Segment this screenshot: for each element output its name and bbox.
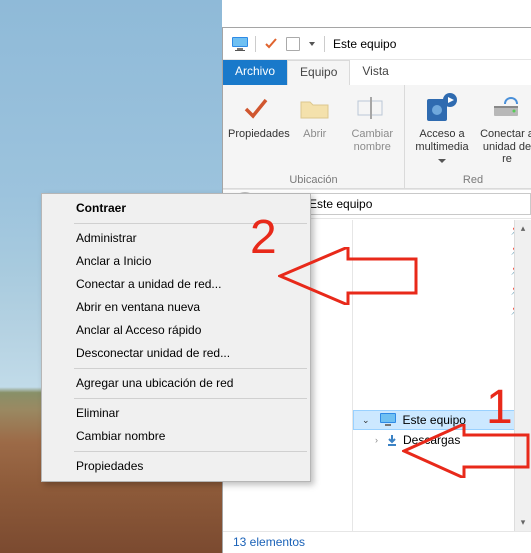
map-drive-button[interactable]: Conectar a unidad de re [476,91,531,166]
chevron-right-icon[interactable]: › [375,435,378,445]
menu-manage[interactable]: Administrar [44,227,308,250]
tree-item-label: Este equipo [403,413,466,427]
tree-item-this-pc[interactable]: ⌄ Este equipo [353,410,531,430]
tree-item-label: Descargas [403,433,460,447]
tree-item-downloads[interactable]: › Descargas [353,430,531,450]
list-column: 📌 📌 📌 📌 📌 ⌄ Este equipo › Descargas ▴ ▾ [353,220,531,531]
properties-button[interactable]: Propiedades [226,91,286,141]
separator [74,451,307,452]
scrollbar[interactable]: ▴ ▾ [514,220,531,531]
monitor-icon [232,36,248,52]
rename-icon [355,91,389,125]
list-item[interactable] [353,320,531,340]
tab-equipo[interactable]: Equipo [287,60,350,85]
chevron-down-icon[interactable]: ⌄ [362,415,370,426]
separator [74,368,307,369]
list-item[interactable]: 📌 [353,220,531,240]
media-access-button[interactable]: Acceso a multimedia [408,91,476,167]
list-item[interactable]: 📌 [353,260,531,280]
group-label-location: Ubicación [226,172,401,186]
ribbon: Propiedades Abrir Cambiar nombre Ubicaci… [223,85,531,189]
separator [255,36,256,52]
separator [324,36,325,52]
separator [74,223,307,224]
tab-file[interactable]: Archivo [223,60,287,85]
menu-rename[interactable]: Cambiar nombre [44,425,308,448]
scroll-up-icon[interactable]: ▴ [515,220,531,237]
download-icon [385,434,399,446]
document-icon[interactable] [285,36,301,52]
titlebar: Este equipo [223,28,531,60]
check-icon [239,91,273,125]
breadcrumb[interactable]: Este equipo [309,197,372,211]
scroll-down-icon[interactable]: ▾ [515,514,531,531]
window-title: Este equipo [333,37,396,51]
dropdown-icon[interactable] [308,36,316,52]
tab-vista[interactable]: Vista [350,60,400,85]
list-item[interactable]: 📌 [353,240,531,260]
separator [74,398,307,399]
menu-pin-start[interactable]: Anclar a Inicio [44,250,308,273]
status-items: 13 elementos [233,535,305,549]
context-menu: Contraer Administrar Anclar a Inicio Con… [41,193,311,482]
list-item[interactable]: 📌 [353,300,531,320]
folder-open-icon [298,91,332,125]
network-drive-icon [490,91,524,125]
group-label-network: Red [408,172,531,186]
menu-disconnect-drive[interactable]: Desconectar unidad de red... [44,342,308,365]
list-item[interactable] [353,340,531,360]
list-item[interactable] [353,360,531,380]
media-icon [425,91,459,125]
list-item[interactable]: 📌 [353,280,531,300]
check-icon[interactable] [263,36,279,52]
menu-properties[interactable]: Propiedades [44,455,308,478]
menu-add-network-location[interactable]: Agregar una ubicación de red [44,372,308,395]
menu-delete[interactable]: Eliminar [44,402,308,425]
menu-collapse[interactable]: Contraer [44,197,308,220]
menu-open-new-window[interactable]: Abrir en ventana nueva [44,296,308,319]
menu-pin-quick[interactable]: Anclar al Acceso rápido [44,319,308,342]
open-button[interactable]: Abrir [286,91,344,141]
menu-map-drive[interactable]: Conectar a unidad de red... [44,273,308,296]
status-bar: 13 elementos [223,531,531,553]
rename-button[interactable]: Cambiar nombre [344,91,402,153]
ribbon-tabs: Archivo Equipo Vista [223,60,531,85]
monitor-icon [380,412,396,428]
